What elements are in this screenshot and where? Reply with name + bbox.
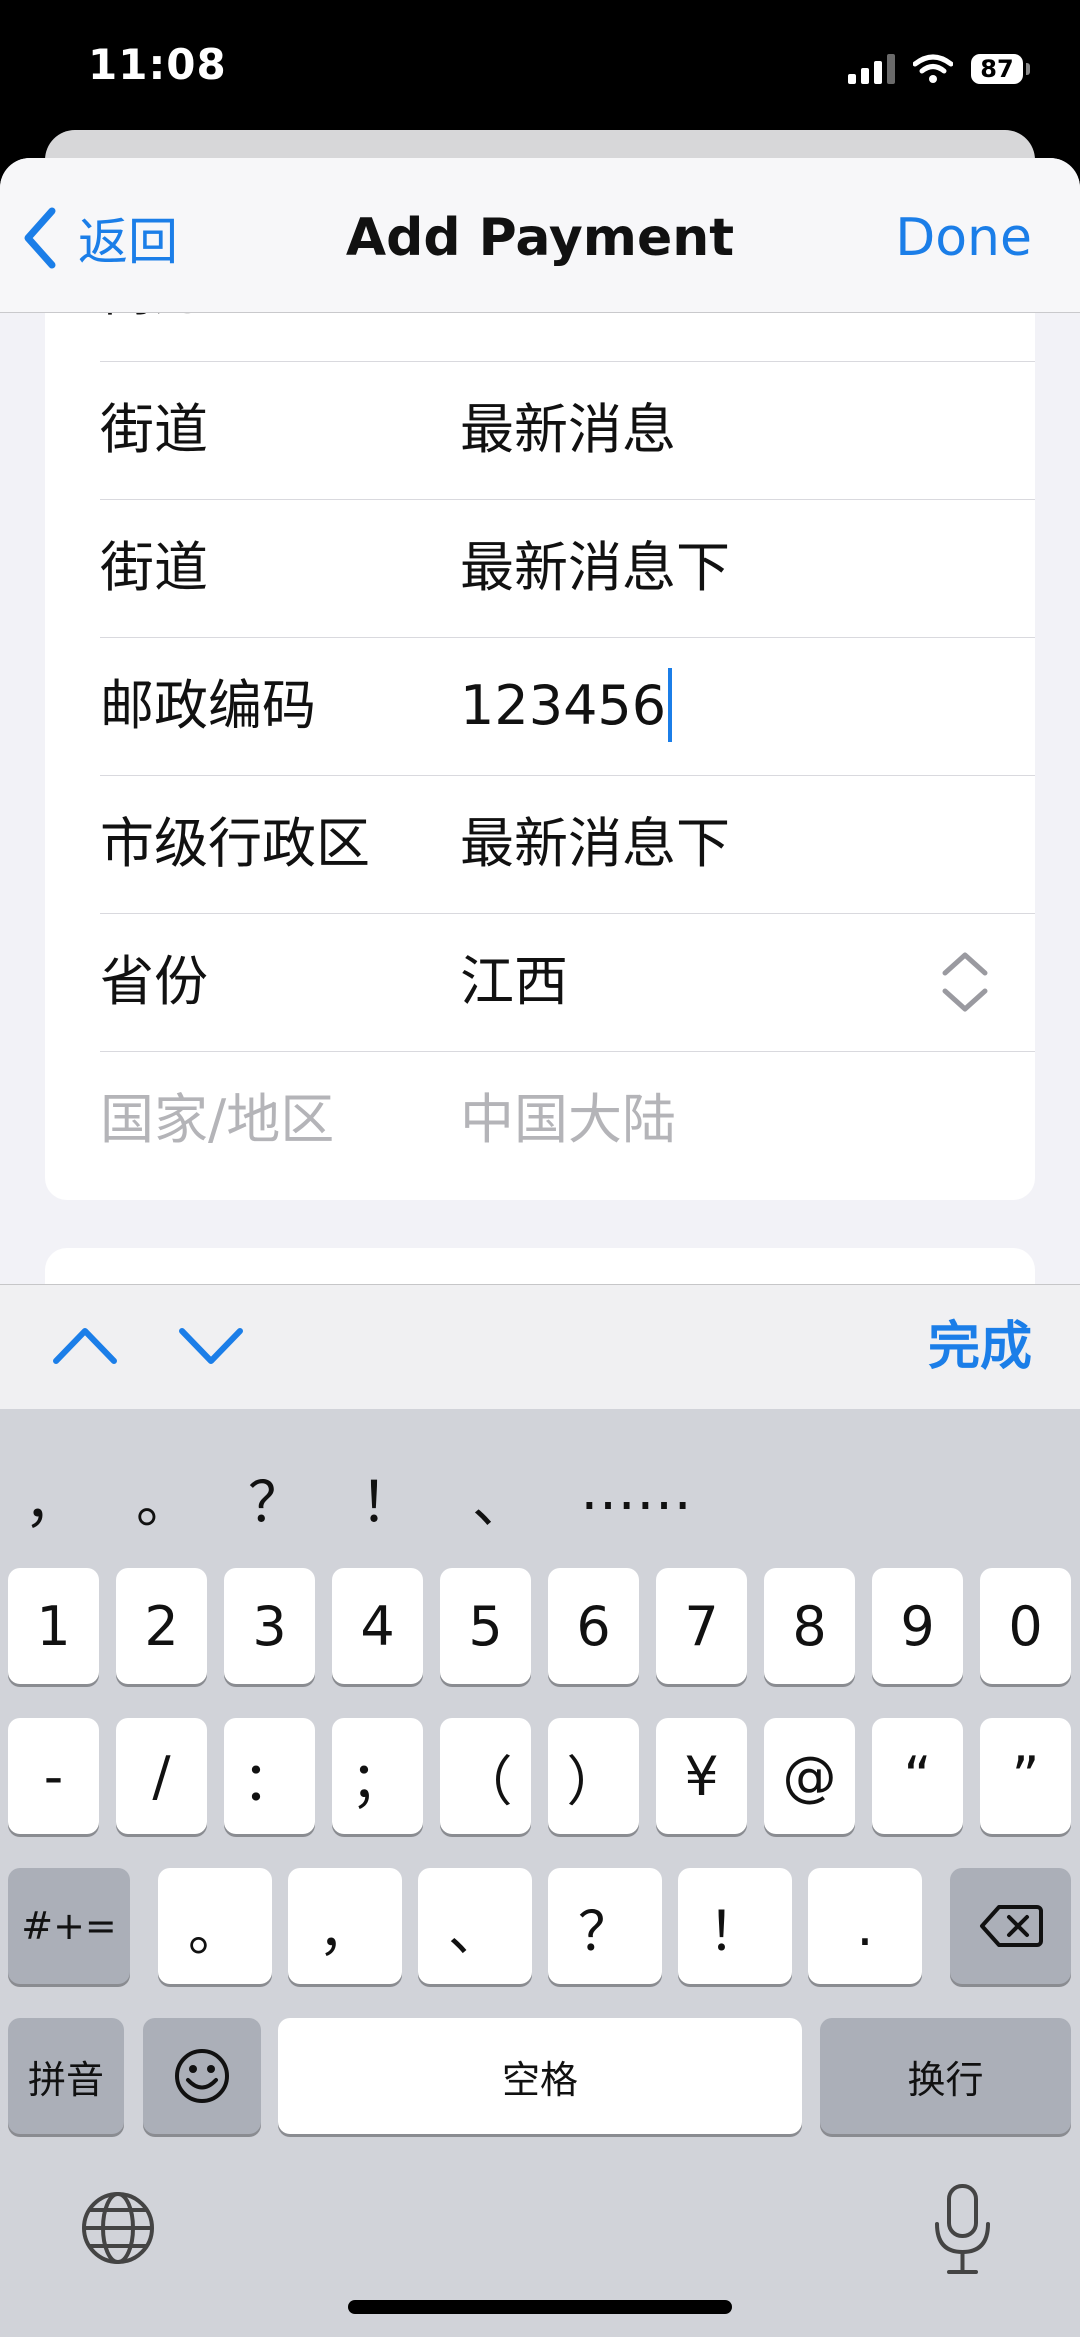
space-key[interactable]: 空格 [278, 2018, 802, 2134]
key-dot[interactable]: . [808, 1868, 922, 1984]
street-label: 街道 [100, 398, 208, 461]
key-hyphen[interactable]: - [8, 1718, 99, 1834]
postal-code-field[interactable]: 123456 [460, 637, 673, 775]
key-slash[interactable]: / [116, 1718, 207, 1834]
emoji-icon [175, 2049, 229, 2103]
postal-code-value: 123456 [460, 674, 667, 737]
street-row-3[interactable]: 街道 最新消息下 [100, 499, 1035, 638]
street-label: 街道 [100, 536, 208, 599]
postal-code-row[interactable]: 邮政编码 123456 [100, 637, 1035, 776]
key-4[interactable]: 4 [332, 1568, 423, 1684]
suggestion-key[interactable]: ？ [236, 1458, 316, 1539]
key-semicolon[interactable]: ； [332, 1718, 423, 1834]
microphone-icon[interactable] [925, 2180, 1000, 2280]
add-payment-sheet: 返回 Add Payment Done 街道 立立立立 街道 最新消息 街道 最… [0, 158, 1080, 2337]
keyboard: ， 。 ？ ！ 、 …… 1 2 3 4 5 6 7 8 9 0 - / ： ；… [0, 1408, 1080, 2337]
suggestion-key[interactable]: …… [580, 1458, 692, 1523]
key-9[interactable]: 9 [872, 1568, 963, 1684]
key-comma-cn[interactable]: ， [288, 1868, 402, 1984]
province-row[interactable]: 省份 江西 [100, 913, 1035, 1052]
chevron-up-down-icon[interactable] [940, 949, 990, 1015]
country-value: 中国大陆 [460, 1088, 676, 1151]
street-value[interactable]: 最新消息 [460, 361, 676, 499]
country-row: 国家/地区 中国大陆 [100, 1051, 1035, 1189]
key-right-quote[interactable]: ” [980, 1718, 1071, 1834]
key-3[interactable]: 3 [224, 1568, 315, 1684]
key-period-cn[interactable]: 。 [158, 1868, 272, 1984]
keyboard-done-button[interactable]: 完成 [928, 1285, 1032, 1409]
city-label: 市级行政区 [100, 812, 370, 875]
country-label: 国家/地区 [100, 1088, 335, 1151]
battery-icon: 87 [971, 54, 1030, 84]
wifi-icon [913, 54, 953, 83]
key-0[interactable]: 0 [980, 1568, 1071, 1684]
key-7[interactable]: 7 [656, 1568, 747, 1684]
pinyin-key[interactable]: 拼音 [8, 2018, 124, 2134]
street-row-2[interactable]: 街道 最新消息 [100, 361, 1035, 500]
city-row[interactable]: 市级行政区 最新消息下 [100, 775, 1035, 914]
chevron-up-icon[interactable] [50, 1315, 120, 1375]
key-yen[interactable]: ¥ [656, 1718, 747, 1834]
globe-icon[interactable] [78, 2188, 158, 2268]
cellular-signal-icon [848, 54, 895, 84]
status-icons: 87 [848, 46, 1030, 92]
suggestion-key[interactable]: ！ [348, 1458, 428, 1539]
province-value[interactable]: 江西 [460, 913, 568, 1051]
navigation-bar: 返回 Add Payment Done [0, 158, 1080, 313]
symbols-toggle-key[interactable]: #+= [8, 1868, 130, 1984]
key-question[interactable]: ？ [548, 1868, 662, 1984]
text-cursor [668, 668, 673, 743]
backspace-icon [979, 1905, 1043, 1947]
key-exclaim[interactable]: ！ [678, 1868, 792, 1984]
done-button[interactable]: Done [895, 198, 1032, 278]
status-time: 11:08 [88, 40, 227, 89]
delete-key[interactable] [950, 1868, 1071, 1984]
address-form: 街道 立立立立 街道 最新消息 街道 最新消息下 邮政编码 123456 市级行… [45, 278, 1035, 1200]
key-left-quote[interactable]: “ [872, 1718, 963, 1834]
key-8[interactable]: 8 [764, 1568, 855, 1684]
key-at[interactable]: @ [764, 1718, 855, 1834]
key-5[interactable]: 5 [440, 1568, 531, 1684]
key-1[interactable]: 1 [8, 1568, 99, 1684]
suggestion-key[interactable]: 。 [124, 1458, 204, 1539]
key-left-paren[interactable]: （ [440, 1718, 531, 1834]
battery-level: 87 [971, 54, 1023, 84]
chevron-down-icon[interactable] [176, 1315, 246, 1375]
key-right-paren[interactable]: ） [548, 1718, 639, 1834]
key-2[interactable]: 2 [116, 1568, 207, 1684]
keyboard-accessory-bar: 完成 [0, 1284, 1080, 1409]
key-enum-comma[interactable]: 、 [418, 1868, 532, 1984]
return-key[interactable]: 换行 [820, 2018, 1071, 2134]
emoji-key[interactable] [143, 2018, 261, 2134]
status-bar: 11:08 87 [0, 0, 1080, 150]
key-colon[interactable]: ： [224, 1718, 315, 1834]
postal-code-label: 邮政编码 [100, 674, 316, 737]
street-value[interactable]: 最新消息下 [460, 499, 730, 637]
city-value[interactable]: 最新消息下 [460, 775, 730, 913]
suggestion-key[interactable]: 、 [460, 1458, 540, 1539]
suggestion-key[interactable]: ， [12, 1458, 92, 1539]
home-indicator[interactable] [348, 2300, 732, 2314]
province-label: 省份 [100, 950, 208, 1013]
key-6[interactable]: 6 [548, 1568, 639, 1684]
